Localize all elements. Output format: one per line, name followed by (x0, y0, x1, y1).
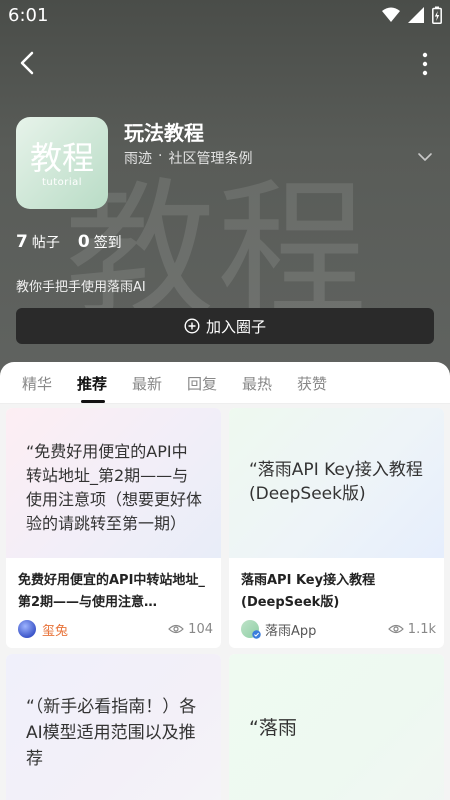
join-circle-button[interactable]: 加入圈子 (16, 308, 434, 344)
author-avatar[interactable] (18, 620, 36, 638)
more-options-button[interactable] (418, 48, 432, 78)
post-footer: 落雨App 1.1k (241, 618, 436, 640)
active-tab-indicator (81, 400, 105, 403)
circle-org[interactable]: 雨迹 (124, 148, 152, 168)
post-cover: “落雨API Key接入教程(DeepSeek版) (229, 408, 444, 558)
post-cover: “免费好用便宜的API中转站地址_第2期——与使用注意项（想要更好体验的请跳转至… (6, 408, 221, 558)
circle-description: 教你手把手使用落雨AI (16, 280, 146, 295)
circle-logo: 教程 tutorial (16, 117, 108, 209)
battery-charging-icon (432, 6, 442, 24)
status-bar: 6:01 (0, 0, 450, 32)
checkins-count: 0 (77, 232, 90, 252)
content-sheet: 精华 推荐 最新 回复 最热 获赞 “免费好用便宜的API中转站地址_第2期——… (0, 362, 450, 800)
more-vertical-icon (422, 52, 428, 76)
chevron-down-icon (418, 153, 432, 161)
post-title: 落雨API Key接入教程(DeepSeek版) (241, 573, 376, 610)
post-card[interactable]: “（新手必看指南！）各AI模型适用范围以及推荐 (6, 654, 221, 800)
status-time: 6:01 (8, 5, 49, 26)
expand-button[interactable] (416, 148, 434, 166)
posts-label: 帖子 (31, 235, 60, 251)
post-cover-text: “免费好用便宜的API中转站地址_第2期——与使用注意项（想要更好体验的请跳转至… (26, 442, 203, 533)
posts-stat[interactable]: 7 帖子 (16, 232, 60, 252)
logo-subtext: tutorial (41, 177, 83, 188)
post-footer: 玺兔 104 (18, 618, 213, 640)
post-cover-text: “（新手必看指南！）各AI模型适用范围以及推荐 (26, 697, 197, 769)
view-count: 104 (168, 622, 213, 637)
post-card[interactable]: “落雨 (229, 654, 444, 800)
circle-meta: 雨迹 · 社区管理条例 (124, 148, 252, 168)
post-grid: “免费好用便宜的API中转站地址_第2期——与使用注意项（想要更好体验的请跳转至… (0, 404, 450, 800)
view-count-value: 104 (188, 621, 213, 637)
post-title: 免费好用便宜的API中转站地址_第2期——与使用注意… (18, 573, 205, 610)
author-avatar[interactable] (241, 620, 261, 639)
post-card[interactable]: “免费好用便宜的API中转站地址_第2期——与使用注意项（想要更好体验的请跳转至… (6, 408, 221, 648)
logo-text: 教程 (29, 139, 94, 177)
back-button[interactable] (14, 48, 42, 78)
verified-badge-icon (252, 630, 261, 639)
circle-stats: 7 帖子 0 签到 (16, 232, 122, 252)
plus-circle-icon (184, 318, 200, 334)
top-nav (0, 44, 450, 84)
post-cover: “（新手必看指南！）各AI模型适用范围以及推荐 (6, 654, 221, 800)
tab-recommended[interactable]: 推荐 (77, 373, 107, 394)
eye-icon (387, 624, 404, 634)
checkins-stat[interactable]: 0 签到 (78, 232, 122, 252)
tab-most-liked[interactable]: 获赞 (297, 373, 327, 394)
post-cover-text: “落雨 (249, 717, 297, 739)
checkins-label: 签到 (93, 235, 122, 251)
author-name[interactable]: 落雨App (265, 620, 316, 639)
post-cover: “落雨 (229, 654, 444, 800)
author-name[interactable]: 玺兔 (42, 620, 68, 639)
join-circle-label: 加入圈子 (205, 317, 266, 336)
posts-count: 7 (16, 232, 28, 252)
view-count: 1.1k (387, 621, 436, 637)
cellular-signal-icon (408, 7, 424, 23)
eye-icon (168, 624, 185, 634)
post-card[interactable]: “落雨API Key接入教程(DeepSeek版) 落雨API Key接入教程(… (229, 408, 444, 648)
tab-featured[interactable]: 精华 (22, 373, 52, 394)
back-arrow-icon (20, 51, 34, 75)
status-icons (382, 6, 442, 24)
tab-replies[interactable]: 回复 (187, 373, 217, 394)
circle-title: 玩法教程 (124, 121, 204, 145)
wifi-icon (382, 7, 400, 22)
circle-header: 教程 6:01 教程 tutorial 玩法教程 雨迹 · 社区管理条例 7 帖子 (0, 0, 450, 380)
meta-separator: · (158, 148, 163, 164)
tab-bar: 精华 推荐 最新 回复 最热 获赞 (0, 362, 450, 404)
view-count-value: 1.1k (407, 621, 436, 637)
post-cover-text: “落雨API Key接入教程(DeepSeek版) (249, 460, 423, 504)
tab-hottest[interactable]: 最热 (242, 373, 272, 394)
tab-latest[interactable]: 最新 (132, 373, 162, 394)
community-rules-link[interactable]: 社区管理条例 (168, 148, 252, 168)
